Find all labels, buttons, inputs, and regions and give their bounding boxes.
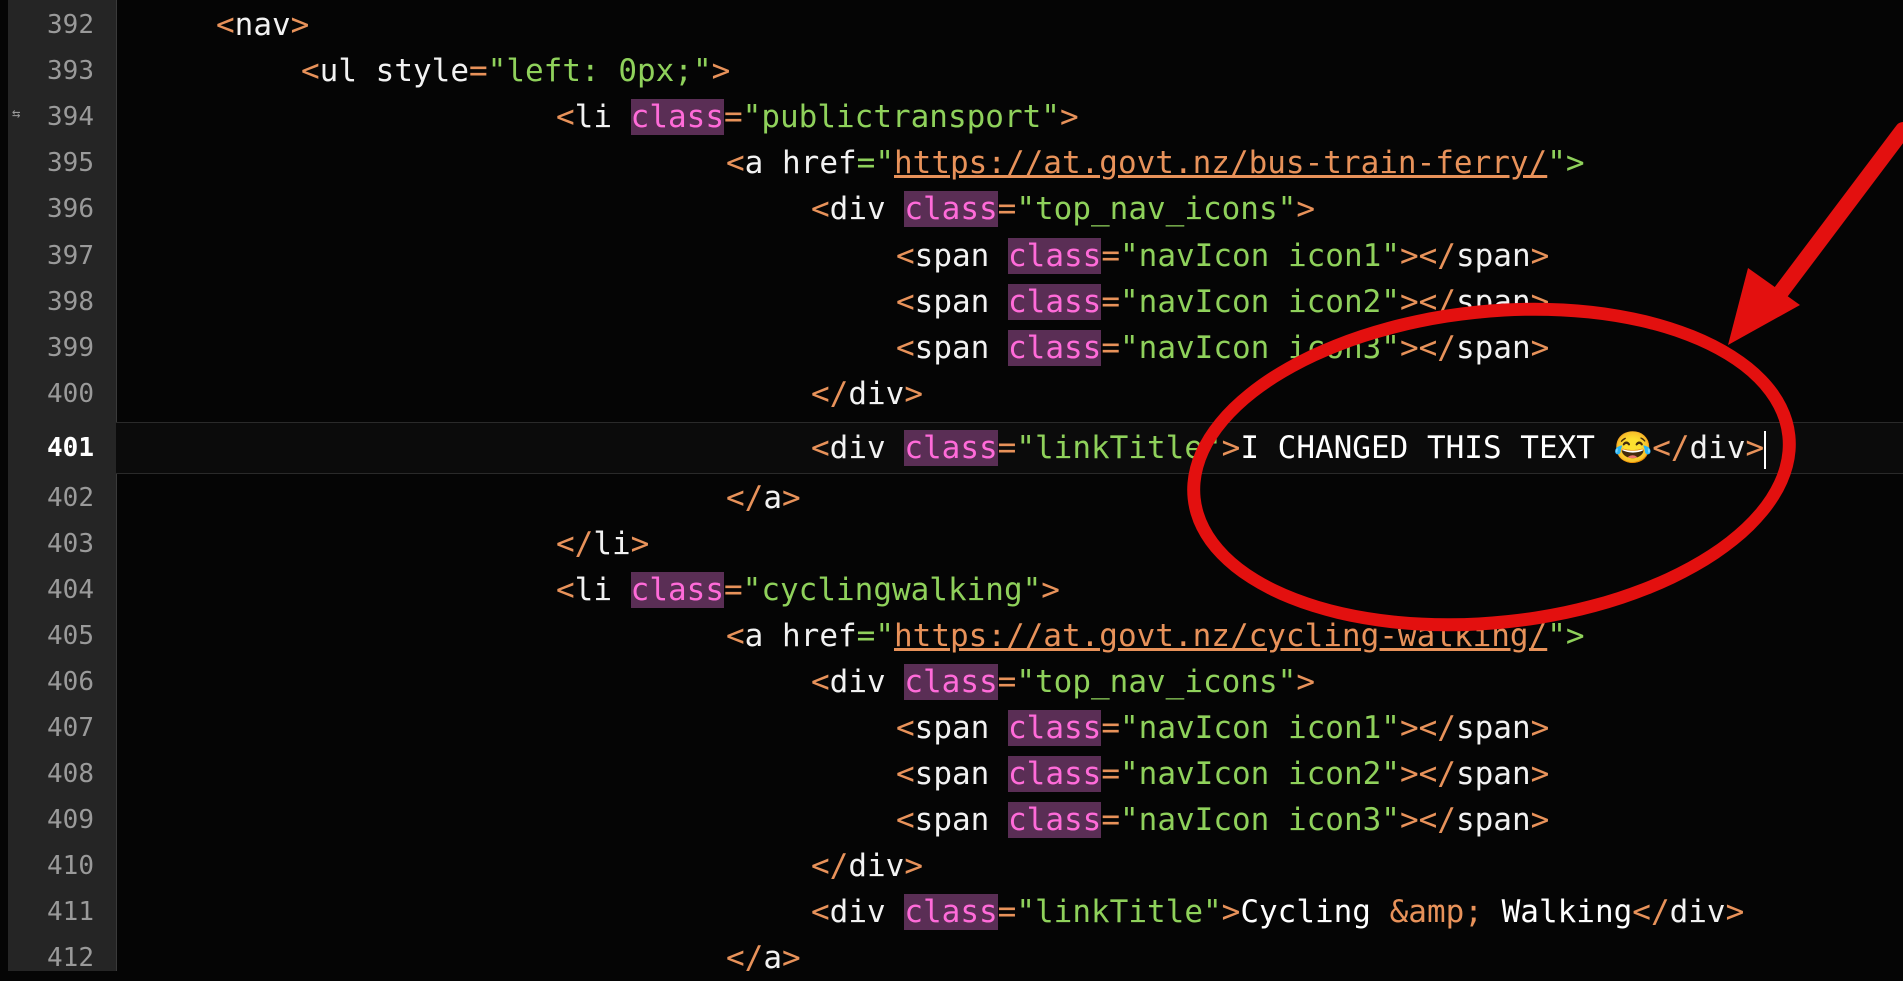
red-arrow-annotation [1728,122,1903,345]
arrow-shaft [1767,122,1903,308]
